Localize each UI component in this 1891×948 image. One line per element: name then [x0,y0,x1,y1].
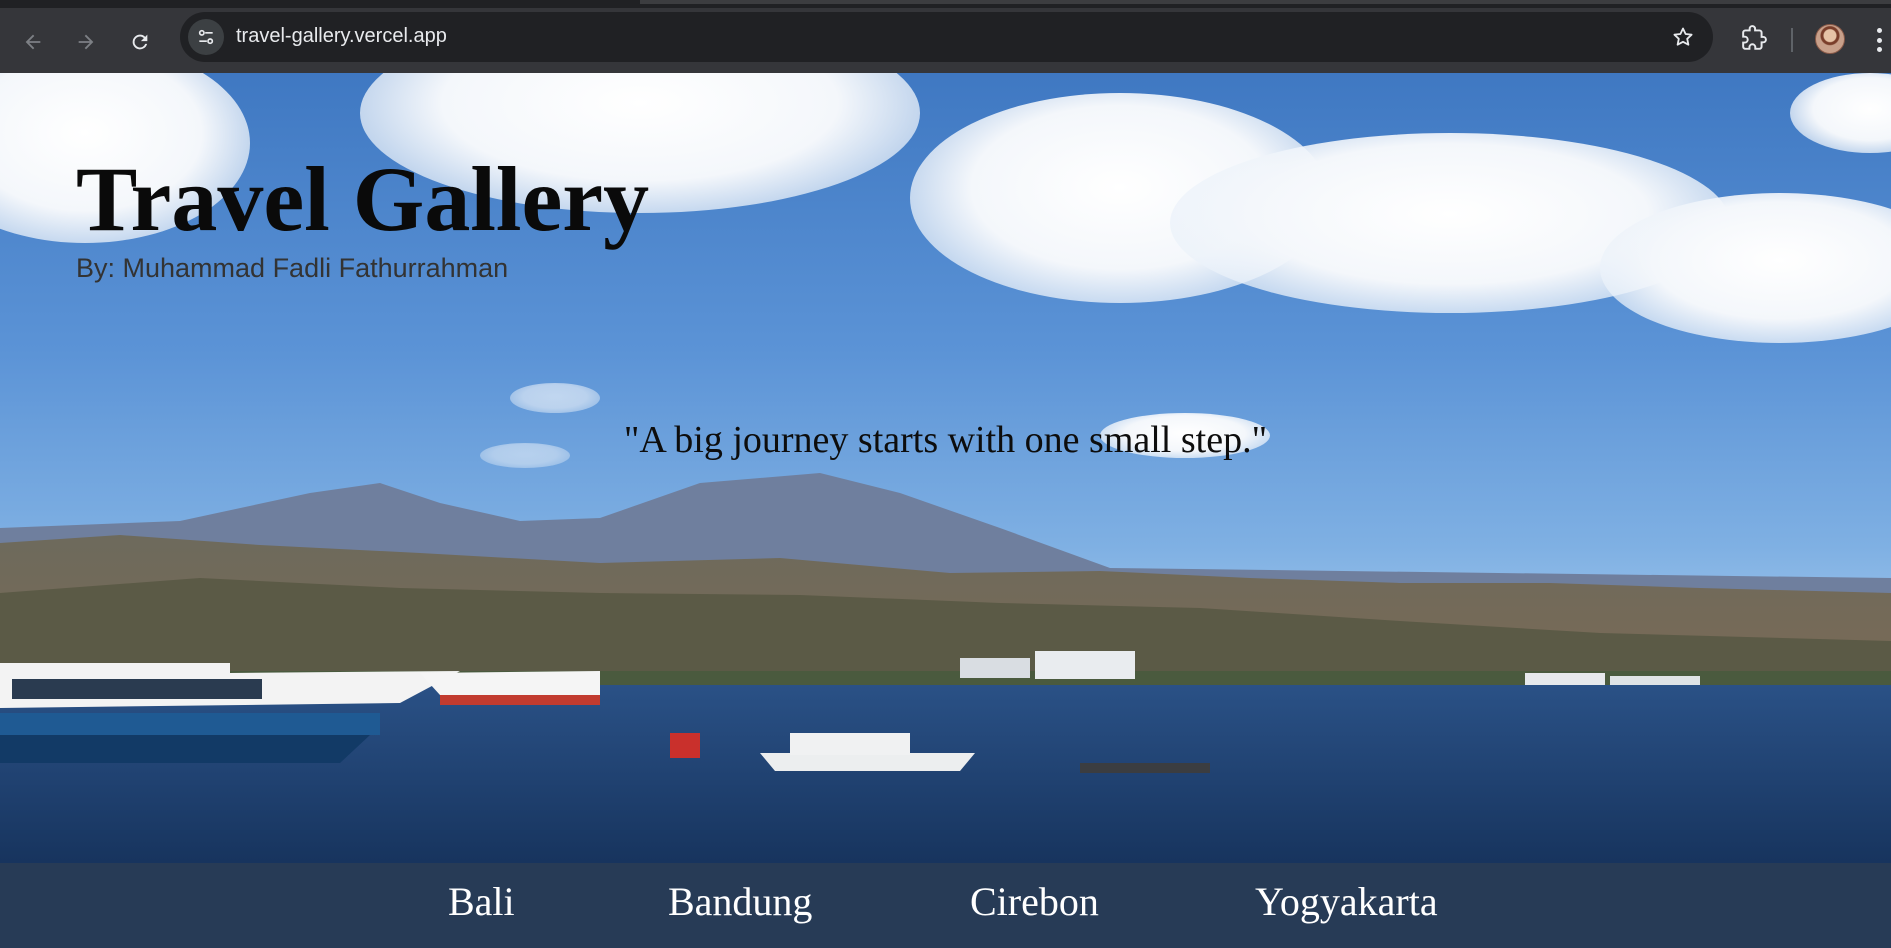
url-text[interactable]: travel-gallery.vercel.app [236,25,447,48]
page-viewport: Travel Gallery By: Muhammad Fadli Fathur… [0,73,1891,948]
nav-link-bandung[interactable]: Bandung [668,878,812,925]
nav-link-cirebon[interactable]: Cirebon [970,878,1099,925]
address-bar[interactable]: travel-gallery.vercel.app [180,12,1713,62]
puzzle-icon [1742,25,1767,50]
nav-link-yogyakarta[interactable]: Yogyakarta [1255,878,1438,925]
more-vert-icon[interactable] [1874,28,1884,52]
reload-icon [132,34,148,50]
extensions-button[interactable] [1736,20,1772,56]
nav-link-bali[interactable]: Bali [448,878,515,925]
hero-background-image: Travel Gallery By: Muhammad Fadli Fathur… [0,73,1891,863]
browser-chrome: travel-gallery.vercel.app [0,0,1891,73]
bookmark-button[interactable] [1669,23,1697,51]
toolbar-divider [1791,28,1793,52]
arrow-right-icon [78,34,94,50]
tab-strip-edge [640,0,1891,4]
arrow-left-icon [25,34,41,50]
author-byline: By: Muhammad Fadli Fathurrahman [76,253,509,283]
reload-button[interactable] [122,24,158,60]
destination-nav: Bali Bandung Cirebon Yogyakarta [0,863,1891,948]
browser-toolbar: travel-gallery.vercel.app [0,8,1891,73]
page-title: Travel Gallery [76,148,650,250]
forward-button[interactable] [68,24,104,60]
site-info-button[interactable] [188,19,224,55]
star-icon [1673,27,1693,46]
tune-icon [198,29,214,45]
hero-quote: "A big journey starts with one small ste… [623,419,1268,461]
back-button[interactable] [15,24,51,60]
profile-avatar[interactable] [1815,24,1845,54]
